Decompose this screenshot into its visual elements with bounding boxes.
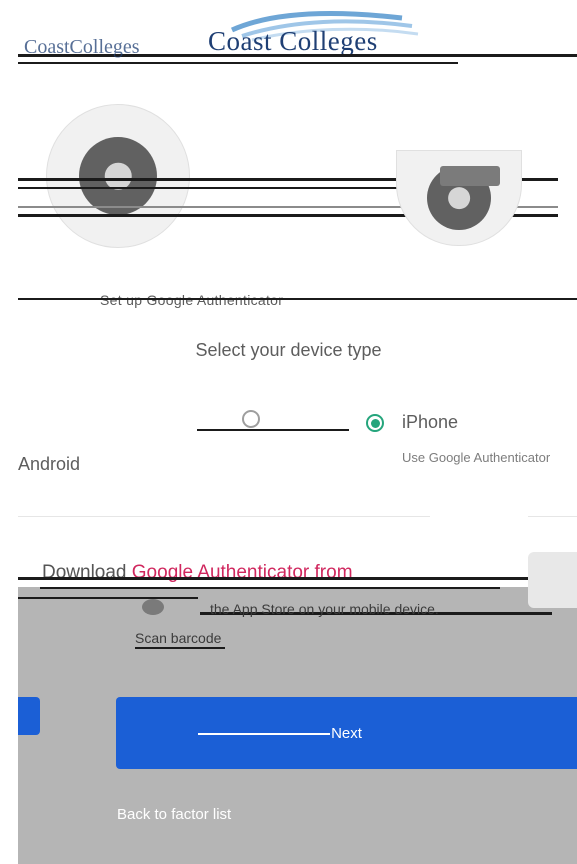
download-instructions: Download Google Authenticator from xyxy=(42,562,353,584)
scan-caption: Scan barcode xyxy=(135,630,222,646)
next-button-label: Next xyxy=(331,724,362,742)
header-rule xyxy=(18,62,458,64)
authenticator-badge-icon xyxy=(440,166,500,186)
rule xyxy=(18,577,577,580)
instruction-text: Set up Google Authenticator xyxy=(100,292,284,308)
rule xyxy=(135,647,225,649)
app-store-caption: the App Store on your mobile device. xyxy=(210,601,439,617)
option-label-android: Android xyxy=(18,454,81,474)
ghost-logo: CoastColleges xyxy=(24,36,140,58)
device-type-heading: Select your device type xyxy=(195,340,382,360)
rule xyxy=(197,429,349,431)
qr-placeholder-icon xyxy=(528,552,577,608)
back-square-button[interactable] xyxy=(18,697,40,735)
radio-iphone[interactable] xyxy=(366,414,384,432)
rule xyxy=(40,587,500,589)
scan-icon xyxy=(142,599,164,615)
rule xyxy=(18,597,198,599)
note-text: Use Google Authenticator xyxy=(402,450,551,465)
divider xyxy=(18,516,430,517)
radio-android[interactable] xyxy=(242,410,260,428)
brand-logo: Coast Colleges xyxy=(208,26,378,56)
back-to-factor-list-link[interactable]: Back to factor list xyxy=(117,806,231,823)
authenticator-app-icon xyxy=(46,104,190,248)
option-label-iphone: iPhone xyxy=(402,412,459,432)
next-button[interactable]: Next xyxy=(116,697,577,769)
button-rule xyxy=(198,733,330,735)
rule xyxy=(18,187,416,189)
authenticator-app-icon xyxy=(396,150,522,246)
rule xyxy=(18,298,577,300)
divider xyxy=(528,516,577,517)
